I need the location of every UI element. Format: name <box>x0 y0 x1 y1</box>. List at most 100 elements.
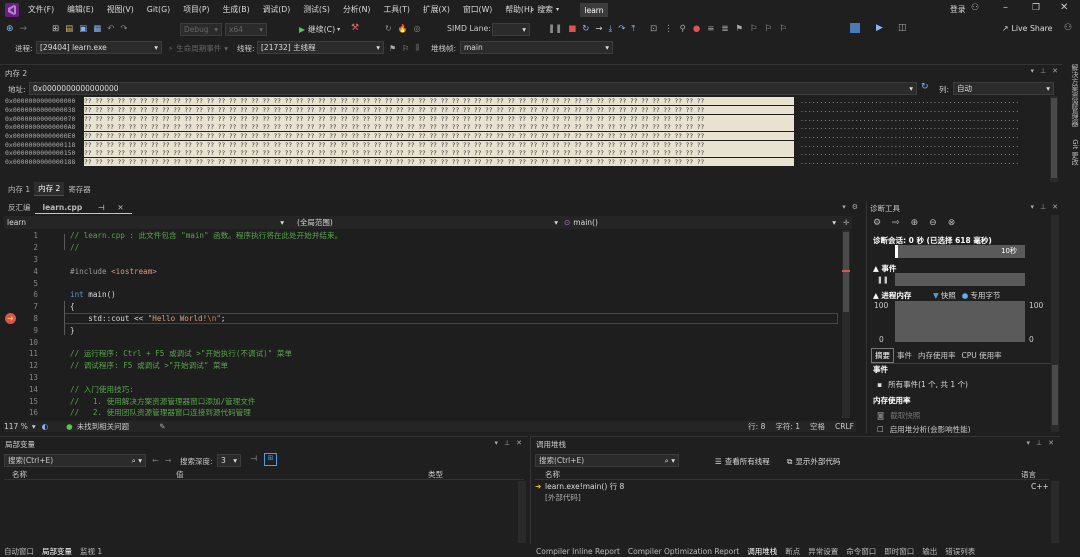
platform-select[interactable]: x64 ▾ <box>225 23 267 36</box>
call-stack-search-input[interactable]: 搜索(Ctrl+E) ⌕ ▾ <box>535 454 679 467</box>
split-stack-icon[interactable]: ⫼ <box>415 43 419 53</box>
redo-icon[interactable]: ↷ <box>120 24 127 34</box>
col-language[interactable]: 语言 <box>1021 469 1036 480</box>
pin-icon[interactable]: ⊣ <box>94 202 109 213</box>
search-button[interactable]: ⌕ 搜索 ▾ <box>530 4 559 15</box>
take-snapshot-button[interactable]: ◙ 截取快照 <box>877 410 920 421</box>
editor-scrollbar[interactable] <box>842 230 850 418</box>
bookmark-prev-icon[interactable]: ⚐ <box>750 24 758 34</box>
code-line[interactable]: 4 #include <iostream> <box>0 265 840 277</box>
export-icon[interactable]: ⇨ <box>892 218 900 228</box>
stop-icon[interactable]: ■ <box>568 24 576 34</box>
pin-icon[interactable]: ⊥ <box>504 439 510 447</box>
pin-columns-icon[interactable]: ⊣ <box>250 454 257 463</box>
pin-icon[interactable]: ⊥ <box>1040 203 1046 211</box>
code-line[interactable]: 9} <box>0 324 840 336</box>
uncomment-icon[interactable]: ≣ <box>721 24 728 34</box>
pause-icon[interactable]: ❚❚ <box>877 276 889 284</box>
col-name[interactable]: 名称 <box>535 469 1021 480</box>
stack-frame-select[interactable]: main ▾ <box>460 41 613 54</box>
line-indicator[interactable]: 行: 8 <box>748 421 765 432</box>
menu-debug[interactable]: 调试(D) <box>263 4 291 15</box>
close-icon[interactable]: ✕ <box>113 202 127 213</box>
feedback-icon[interactable]: ⚇ <box>1064 23 1072 33</box>
code-line[interactable]: 13 <box>0 372 840 384</box>
code-line[interactable]: 2 // <box>0 242 840 254</box>
close-icon[interactable]: ✕ <box>1052 67 1058 75</box>
menu-test[interactable]: 测试(S) <box>303 4 330 15</box>
diag-scrollbar[interactable] <box>1051 215 1059 432</box>
breakpoint-icon[interactable]: ● <box>693 24 700 34</box>
tab-solution-explorer[interactable]: 解决方案资源管理器 <box>1071 64 1079 127</box>
attach-process-icon[interactable]: ⚒ <box>351 23 359 33</box>
chevron-down-icon[interactable]: ▾ <box>495 439 499 447</box>
all-events-link[interactable]: ▪ 所有事件(1 个, 共 1 个) <box>877 379 968 390</box>
tab-autos[interactable]: 自动窗口 <box>4 546 34 557</box>
flag-icon[interactable]: ⚑ <box>389 44 396 53</box>
pause-icon[interactable]: ❚❚ <box>548 24 562 34</box>
menu-extensions[interactable]: 扩展(X) <box>423 4 450 15</box>
configuration-select[interactable]: Debug ▾ <box>180 23 222 36</box>
char-indicator[interactable]: 字符: 1 <box>775 421 800 432</box>
menu-window[interactable]: 窗口(W) <box>463 4 492 15</box>
refresh-icon[interactable]: ↻ <box>385 24 392 33</box>
process-select[interactable]: [29404] learn.exe ▾ <box>36 41 162 54</box>
tab-memory-2[interactable]: 内存 2 <box>34 182 65 196</box>
scope-select[interactable]: (全局范围) ▾ <box>287 216 561 229</box>
tab-cpu-usage[interactable]: CPU 使用率 <box>959 349 1005 362</box>
save-icon[interactable]: ▣ <box>79 24 87 34</box>
restart-icon[interactable]: ↻ <box>582 24 589 34</box>
simd-lane-select[interactable]: ▾ <box>492 23 530 36</box>
pin-icon[interactable]: ⊥ <box>1036 439 1042 447</box>
locals-search-input[interactable]: 搜索(Ctrl+E) ⌕ ▾ <box>4 454 146 467</box>
preview-icon[interactable]: ◫ <box>898 23 907 33</box>
layout-icon[interactable] <box>850 23 860 33</box>
code-line[interactable]: 16 // 2. 使用团队资源管理器窗口连接到源代码管理 <box>0 407 840 419</box>
bookmark-icon[interactable]: ⚑ <box>736 24 744 34</box>
undo-icon[interactable]: ↶ <box>107 24 114 34</box>
code-line[interactable]: 15 // 1. 使用解决方案资源管理器窗口添加/管理文件 <box>0 395 840 407</box>
code-line[interactable]: 11 // 运行程序: Ctrl + F5 或调试 >"开始执行(不调试)" 菜单 <box>0 348 840 360</box>
hex-view-icon[interactable]: ⊞ <box>264 453 277 466</box>
enable-heap-checkbox[interactable]: ☐ 启用堆分析(会影响性能) <box>877 425 971 433</box>
brush-icon[interactable]: ✎ <box>159 422 165 431</box>
code-line[interactable]: 12 // 调试程序: F5 或调试 >"开始调试" 菜单 <box>0 360 840 372</box>
threads-icon[interactable]: ⋮ <box>664 24 673 34</box>
code-area[interactable]: 1 // learn.cpp : 此文件包含 "main" 函数。程序执行将在此处… <box>0 230 840 420</box>
menu-file[interactable]: 文件(F) <box>28 4 54 15</box>
col-name[interactable]: 名称 <box>4 469 176 480</box>
zoom-in-icon[interactable]: ⊕ <box>911 218 919 228</box>
tab-memory-usage[interactable]: 内存使用率 <box>915 349 959 362</box>
save-all-icon[interactable]: ▦ <box>93 24 101 34</box>
memory-row[interactable]: 0x0000000000000188 ?? ?? ?? ?? ?? ?? ?? ?… <box>0 158 1050 167</box>
memory-row[interactable]: 0x0000000000000000 ?? ?? ?? ?? ?? ?? ?? ?… <box>0 97 1050 106</box>
back-arrow-icon[interactable]: ⊕ <box>6 24 14 34</box>
timeline-ruler[interactable]: 10秒 <box>895 245 1025 258</box>
continue-button[interactable]: ▶ 继续(C) ▾ <box>299 24 340 35</box>
menu-view[interactable]: 视图(V) <box>107 4 134 15</box>
menu-project[interactable]: 项目(P) <box>183 4 209 15</box>
back-arrow-icon[interactable]: ← <box>152 456 159 465</box>
memory-row[interactable]: 0x00000000000000E0 ?? ?? ?? ?? ?? ?? ?? ?… <box>0 132 1050 141</box>
new-project-icon[interactable]: ⊞ <box>52 24 59 34</box>
instruction-pointer-icon[interactable]: ➜ <box>5 313 16 324</box>
tab-breakpoints[interactable]: 断点 <box>785 546 800 557</box>
menu-build[interactable]: 生成(B) <box>223 4 250 15</box>
pin-icon[interactable]: ⊥ <box>1040 67 1046 75</box>
memory-row[interactable]: 0x0000000000000038 ?? ?? ?? ?? ?? ?? ?? ?… <box>0 106 1050 115</box>
eol-indicator[interactable]: CRLF <box>835 422 854 431</box>
menu-analyze[interactable]: 分析(N) <box>343 4 371 15</box>
flag-toggle-icon[interactable]: ⚐ <box>402 44 409 53</box>
columns-select[interactable]: 自动 ▾ <box>953 82 1054 95</box>
chevron-down-icon[interactable]: ▾ <box>1027 439 1031 447</box>
code-line[interactable]: 10 <box>0 336 840 348</box>
locals-scrollbar[interactable] <box>518 481 526 543</box>
tab-learn-cpp[interactable]: learn.cpp ⊣ ✕ <box>34 202 132 214</box>
tab-summary[interactable]: 摘要 <box>871 348 894 363</box>
gear-icon[interactable]: ⚙ <box>873 218 881 228</box>
menu-tools[interactable]: 工具(T) <box>383 4 409 15</box>
forward-arrow-icon[interactable]: → <box>165 456 172 465</box>
col-type[interactable]: 类型 <box>428 469 443 480</box>
tab-memory-1[interactable]: 内存 1 <box>4 183 34 196</box>
close-icon[interactable]: ✕ <box>1052 203 1058 211</box>
